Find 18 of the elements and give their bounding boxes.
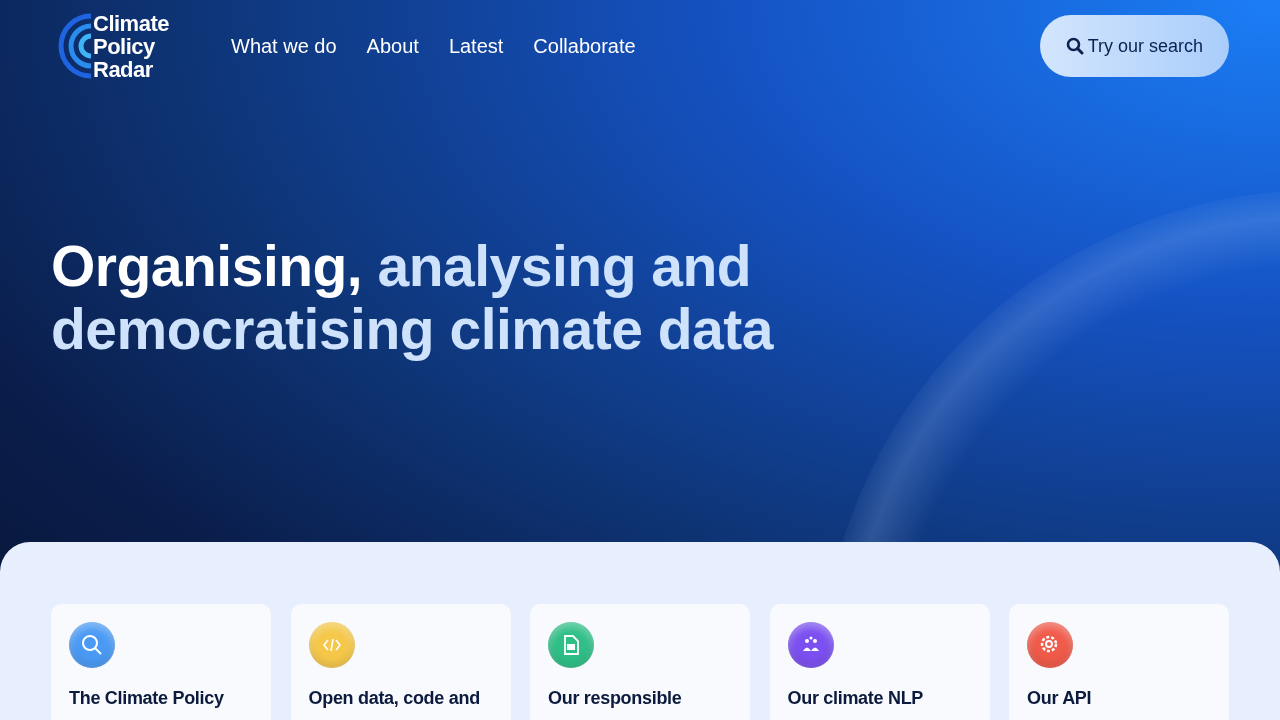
card-title: Our climate NLP bbox=[787, 688, 925, 709]
feature-card[interactable]: The Climate Policy bbox=[51, 604, 271, 720]
feature-card[interactable]: Our climate NLP bbox=[769, 604, 990, 720]
card-title: Our responsible bbox=[548, 688, 683, 709]
feature-card[interactable]: Our API bbox=[1009, 604, 1229, 720]
feature-card[interactable]: Our responsible bbox=[530, 604, 750, 720]
feature-card[interactable]: Open data, code and bbox=[290, 604, 511, 720]
nav-link[interactable]: About bbox=[366, 34, 419, 58]
search-icon bbox=[1065, 37, 1084, 55]
card-title: The Climate Policy bbox=[69, 688, 225, 709]
card-title: Our API bbox=[1027, 688, 1093, 709]
card-title: Open data, code and bbox=[308, 688, 481, 709]
search-button[interactable]: Try our search bbox=[1039, 15, 1229, 77]
nav-link[interactable]: Collaborate bbox=[533, 34, 636, 58]
nav-link[interactable]: Latest bbox=[448, 34, 504, 58]
nav-link[interactable]: What we do bbox=[231, 34, 337, 58]
hero-heading: Organising, analysing and democratising climate data bbox=[51, 235, 775, 361]
logo-text[interactable]: Climate Policy Radar bbox=[93, 11, 183, 81]
